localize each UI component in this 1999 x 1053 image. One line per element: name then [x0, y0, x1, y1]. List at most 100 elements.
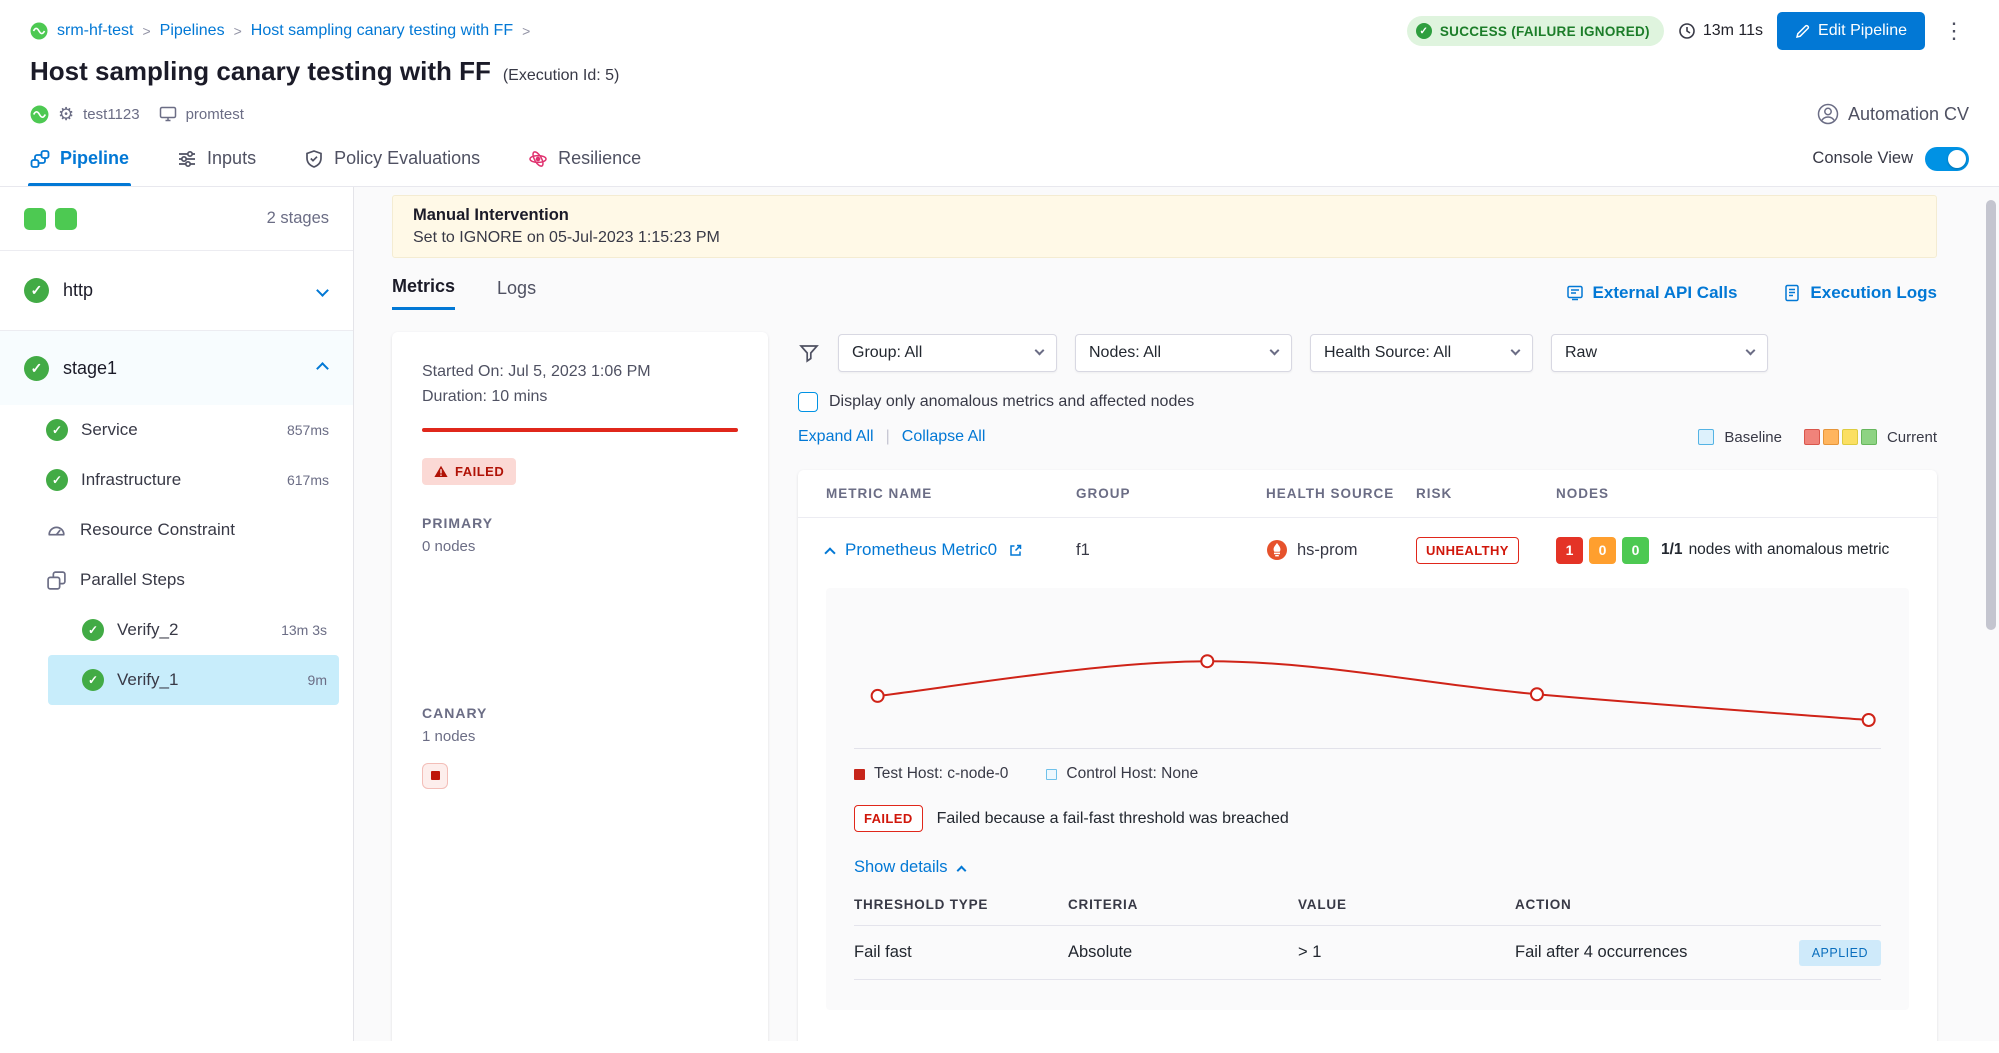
node-count-unhealthy[interactable]: 1 — [1556, 537, 1583, 564]
sidebar-step-service[interactable]: ✓ Service 857ms — [0, 405, 353, 455]
verification-duration: Duration: 10 mins — [422, 385, 738, 410]
sidebar-step-infrastructure[interactable]: ✓ Infrastructure 617ms — [0, 455, 353, 505]
parallel-steps-icon — [46, 570, 67, 591]
chevron-up-icon[interactable] — [318, 359, 327, 378]
metric-row[interactable]: Prometheus Metric0 f1 — [798, 518, 1937, 582]
tab-logs[interactable]: Logs — [497, 278, 536, 309]
chevron-down-icon[interactable] — [318, 282, 327, 300]
current-swatch-red — [1804, 429, 1820, 445]
threshold-details-table: THRESHOLD TYPE CRITERIA VALUE ACTION Fai… — [854, 897, 1881, 980]
baseline-label: Baseline — [1724, 429, 1782, 446]
chart-point[interactable] — [1863, 714, 1875, 726]
nodes-filter-value: Nodes: All — [1089, 344, 1161, 362]
column-action: ACTION — [1515, 897, 1881, 912]
step-label: Verify_1 — [117, 670, 178, 690]
canary-node-chip[interactable] — [422, 763, 448, 789]
step-duration: 13m 3s — [281, 622, 327, 638]
chart-legend-key: Baseline Current — [1698, 429, 1937, 446]
delegate-name: promtest — [186, 106, 244, 123]
column-health-source: HEALTH SOURCE — [1266, 486, 1416, 501]
node-count-warning[interactable]: 0 — [1589, 537, 1616, 564]
tab-pipeline-label: Pipeline — [60, 148, 129, 169]
link-divider: | — [886, 428, 890, 446]
line-chart — [854, 608, 1881, 748]
sidebar-stage-http[interactable]: ✓ http — [0, 251, 353, 331]
vertical-scrollbar[interactable] — [1986, 200, 1996, 1053]
tab-pipeline[interactable]: Pipeline — [30, 131, 129, 186]
console-view-toggle[interactable] — [1925, 147, 1969, 171]
duration-label: 13m 11s — [1703, 22, 1763, 40]
scrollbar-thumb[interactable] — [1986, 200, 1996, 630]
expand-all-link[interactable]: Expand All — [798, 428, 874, 446]
metrics-panel: Group: All Nodes: All Health Source: All — [798, 332, 1937, 1041]
data-mode-value: Raw — [1565, 344, 1597, 362]
success-status-icon: ✓ — [82, 619, 104, 641]
criteria-value: Absolute — [1068, 943, 1298, 962]
sidebar-step-parallel-steps[interactable]: Parallel Steps — [0, 555, 353, 605]
manual-intervention-banner: Manual Intervention Set to IGNORE on 05-… — [392, 195, 1937, 258]
risk-badge: UNHEALTHY — [1416, 537, 1519, 564]
gear-icon: ⚙ — [58, 105, 74, 123]
health-source-filter-select[interactable]: Health Source: All — [1310, 334, 1533, 372]
metric-timeseries-chart — [854, 608, 1881, 749]
edit-icon — [1795, 24, 1810, 39]
collapse-all-link[interactable]: Collapse All — [902, 428, 986, 446]
chart-point[interactable] — [1201, 655, 1213, 667]
kebab-menu-icon[interactable]: ⋮ — [1939, 18, 1969, 44]
chevron-down-icon — [1511, 346, 1521, 356]
sidebar-step-verify-2[interactable]: ✓ Verify_2 13m 3s — [48, 605, 339, 655]
current-swatches — [1804, 429, 1877, 445]
show-details-link[interactable]: Show details — [854, 858, 1881, 877]
tab-policy-evaluations[interactable]: Policy Evaluations — [304, 131, 480, 186]
external-api-icon — [1566, 284, 1584, 302]
breadcrumb-project[interactable]: srm-hf-test — [57, 22, 133, 40]
external-link-icon[interactable] — [1008, 543, 1023, 558]
verification-summary-card: Started On: Jul 5, 2023 1:06 PM Duration… — [392, 332, 768, 1041]
chart-point[interactable] — [872, 690, 884, 702]
column-metric-name: METRIC NAME — [826, 486, 1076, 501]
canary-node-count: 1 nodes — [422, 728, 738, 745]
stage-label: stage1 — [63, 358, 117, 379]
nodes-note: nodes with anomalous metric — [1689, 541, 1890, 559]
data-mode-select[interactable]: Raw — [1551, 334, 1768, 372]
column-group: GROUP — [1076, 486, 1266, 501]
breadcrumb-pipelines[interactable]: Pipelines — [160, 22, 225, 40]
edit-pipeline-button[interactable]: Edit Pipeline — [1777, 12, 1925, 50]
resilience-icon — [528, 149, 548, 169]
nodes-ratio: 1/1 — [1661, 541, 1683, 559]
tab-metrics[interactable]: Metrics — [392, 276, 455, 310]
resource-constraint-icon — [46, 520, 67, 541]
success-check-icon: ✓ — [1416, 23, 1432, 39]
external-api-calls-link[interactable]: External API Calls — [1566, 283, 1738, 303]
sidebar-step-resource-constraint[interactable]: Resource Constraint — [0, 505, 353, 555]
success-status-icon: ✓ — [46, 469, 68, 491]
filter-icon[interactable] — [798, 342, 820, 364]
step-duration: 9m — [308, 672, 327, 688]
sidebar-stage-stage1[interactable]: ✓ stage1 — [0, 331, 353, 405]
chart-point[interactable] — [1531, 688, 1543, 700]
metric-name-link[interactable]: Prometheus Metric0 — [845, 540, 997, 560]
primary-group-label: PRIMARY — [422, 515, 738, 531]
group-filter-select[interactable]: Group: All — [838, 334, 1057, 372]
stage-label: http — [63, 280, 93, 301]
tab-resilience[interactable]: Resilience — [528, 131, 641, 186]
collapse-row-chevron[interactable] — [824, 547, 835, 558]
anomalous-metrics-checkbox[interactable] — [798, 392, 818, 412]
warning-icon — [434, 465, 448, 478]
external-api-calls-label: External API Calls — [1593, 283, 1738, 303]
sidebar-step-verify-1[interactable]: ✓ Verify_1 9m — [48, 655, 339, 705]
step-label: Infrastructure — [81, 470, 181, 490]
execution-logs-link[interactable]: Execution Logs — [1783, 283, 1937, 303]
tab-inputs[interactable]: Inputs — [177, 131, 256, 186]
node-count-healthy[interactable]: 0 — [1622, 537, 1649, 564]
test-host-label: Test Host: c-node-0 — [874, 765, 1008, 783]
column-nodes: NODES — [1556, 486, 1909, 501]
execution-tabbar: Pipeline Inputs Policy Evaluations Resil… — [0, 131, 1999, 187]
started-on: Started On: Jul 5, 2023 1:06 PM — [422, 360, 738, 385]
stage-count: 2 stages — [267, 209, 329, 228]
step-view-tabs: Metrics Logs External API Calls Executio… — [392, 274, 1937, 312]
stage-summary: 2 stages — [0, 187, 353, 251]
breadcrumb-pipeline-name[interactable]: Host sampling canary testing with FF — [251, 22, 513, 40]
nodes-filter-select[interactable]: Nodes: All — [1075, 334, 1292, 372]
column-value: VALUE — [1298, 897, 1515, 912]
